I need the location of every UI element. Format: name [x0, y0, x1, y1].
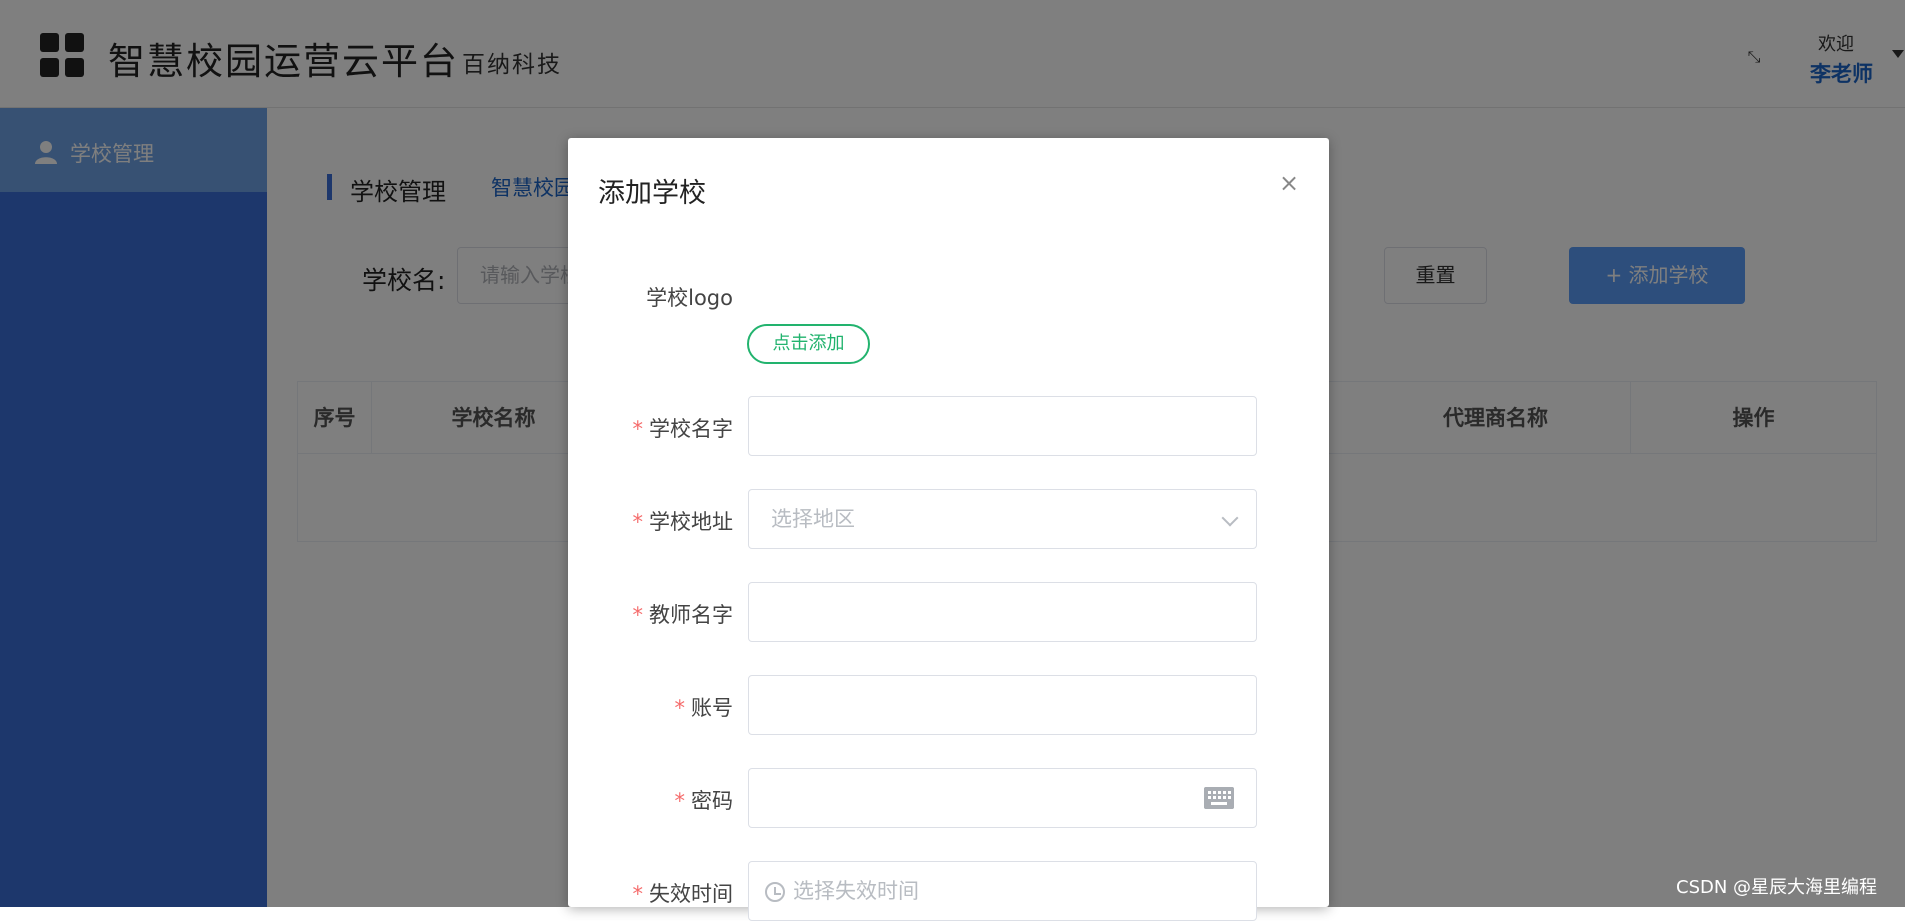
required-mark: *	[674, 696, 686, 720]
close-icon[interactable]: ×	[1278, 171, 1300, 195]
teacher-name-label-text: 教师名字	[649, 603, 733, 627]
password-label-text: 密码	[691, 789, 733, 813]
required-mark: *	[632, 882, 644, 906]
required-mark: *	[632, 603, 644, 627]
required-mark: *	[632, 510, 644, 534]
dialog-title: 添加学校	[598, 178, 706, 209]
school-name-label-text: 学校名字	[649, 417, 733, 441]
school-address-select[interactable]: 选择地区	[748, 489, 1257, 549]
expire-time-picker[interactable]: 选择失效时间	[748, 861, 1257, 921]
school-name-field[interactable]	[748, 396, 1257, 456]
watermark: CSDN @星辰大海里编程	[1676, 877, 1878, 898]
account-label: * 账号	[483, 692, 734, 722]
password-label: * 密码	[483, 785, 734, 815]
school-name-label: * 学校名字	[483, 413, 734, 443]
teacher-name-field[interactable]	[748, 582, 1257, 642]
required-mark: *	[674, 789, 686, 813]
teacher-name-label: * 教师名字	[483, 599, 734, 629]
add-school-dialog: 添加学校 × 学校logo 点击添加 * 学校名字 * 学校地址 选择地区 * 教师名…	[568, 138, 1329, 921]
school-address-placeholder: 选择地区	[771, 507, 855, 531]
school-address-label-text: 学校地址	[649, 510, 733, 534]
expire-time-label: * 失效时间	[483, 878, 734, 908]
clock-icon	[765, 882, 785, 902]
account-field[interactable]	[748, 675, 1257, 735]
required-mark: *	[632, 417, 644, 441]
logo-label: 学校logo	[646, 286, 733, 310]
account-label-text: 账号	[691, 696, 733, 720]
chevron-down-icon	[1221, 509, 1239, 527]
expire-time-placeholder: 选择失效时间	[793, 879, 919, 903]
school-address-label: * 学校地址	[483, 506, 734, 536]
add-logo-button[interactable]: 点击添加	[747, 324, 870, 364]
password-field[interactable]	[748, 768, 1257, 828]
keyboard-icon[interactable]	[1204, 787, 1234, 809]
expire-time-label-text: 失效时间	[649, 882, 733, 906]
